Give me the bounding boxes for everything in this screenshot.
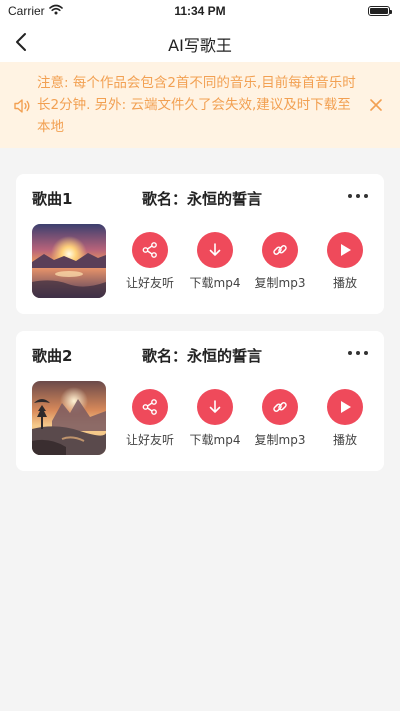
play-icon xyxy=(341,244,351,256)
song-cover-image xyxy=(32,381,106,455)
battery-icon xyxy=(368,6,392,16)
song-name: 歌名：永恒的誓言 xyxy=(16,345,384,366)
link-icon xyxy=(273,402,287,412)
download-icon xyxy=(209,400,221,413)
play-icon xyxy=(341,401,351,413)
song-card: 歌曲2 歌名：永恒的誓言 让好友听 下载mp4 复制mp3 播放 xyxy=(16,331,384,471)
copy-mp3-label: 复制mp3 xyxy=(254,433,306,447)
share-label: 让好友听 xyxy=(125,276,174,290)
play-label: 播放 xyxy=(332,433,357,447)
song-name-value: 永恒的誓言 xyxy=(187,347,263,365)
song-actions: 让好友听 下载mp4 复制mp3 播放 xyxy=(120,232,376,298)
share-icon xyxy=(142,242,157,258)
song-card: 歌曲1 歌名：永恒的誓言 让好友听 下载mp4 复制mp3 播放 xyxy=(16,174,384,314)
more-button[interactable] xyxy=(348,188,368,204)
share-label: 让好友听 xyxy=(125,433,174,447)
song-name-prefix: 歌名： xyxy=(141,190,187,208)
download-mp4-button[interactable]: 下载mp4 xyxy=(185,232,245,291)
download-mp4-label: 下载mp4 xyxy=(189,276,241,290)
song-cover-image xyxy=(32,224,106,298)
play-button[interactable]: 播放 xyxy=(315,232,375,291)
download-mp4-button[interactable]: 下载mp4 xyxy=(185,389,245,448)
more-button[interactable] xyxy=(348,345,368,361)
notice-banner: 注意: 每个作品会包含2首不同的音乐,目前每首音乐时长2分钟. 另外: 云端文件… xyxy=(0,62,400,148)
speaker-icon xyxy=(14,99,30,113)
song-name-prefix: 歌名： xyxy=(141,347,187,365)
status-time: 11:34 PM xyxy=(174,4,226,18)
notice-text: 注意: 每个作品会包含2首不同的音乐,目前每首音乐时长2分钟. 另外: 云端文件… xyxy=(37,75,356,135)
copy-mp3-button[interactable]: 复制mp3 xyxy=(250,389,310,448)
song-name: 歌名：永恒的誓言 xyxy=(16,188,384,209)
nav-bar: AI写歌王 xyxy=(0,22,400,62)
share-button[interactable]: 让好友听 xyxy=(120,389,180,448)
download-icon xyxy=(209,243,221,256)
song-actions: 让好友听 下载mp4 复制mp3 播放 xyxy=(120,389,376,455)
copy-mp3-label: 复制mp3 xyxy=(254,276,306,290)
status-bar: Carrier 11:34 PM xyxy=(0,0,400,22)
page-title: AI写歌王 xyxy=(168,36,232,55)
share-button[interactable]: 让好友听 xyxy=(120,232,180,291)
share-icon xyxy=(142,399,157,415)
download-mp4-label: 下载mp4 xyxy=(189,433,241,447)
play-button[interactable]: 播放 xyxy=(315,389,375,448)
close-icon[interactable] xyxy=(369,98,383,112)
link-icon xyxy=(273,245,287,255)
play-label: 播放 xyxy=(332,276,357,290)
copy-mp3-button[interactable]: 复制mp3 xyxy=(250,232,310,291)
song-name-value: 永恒的誓言 xyxy=(187,190,263,208)
